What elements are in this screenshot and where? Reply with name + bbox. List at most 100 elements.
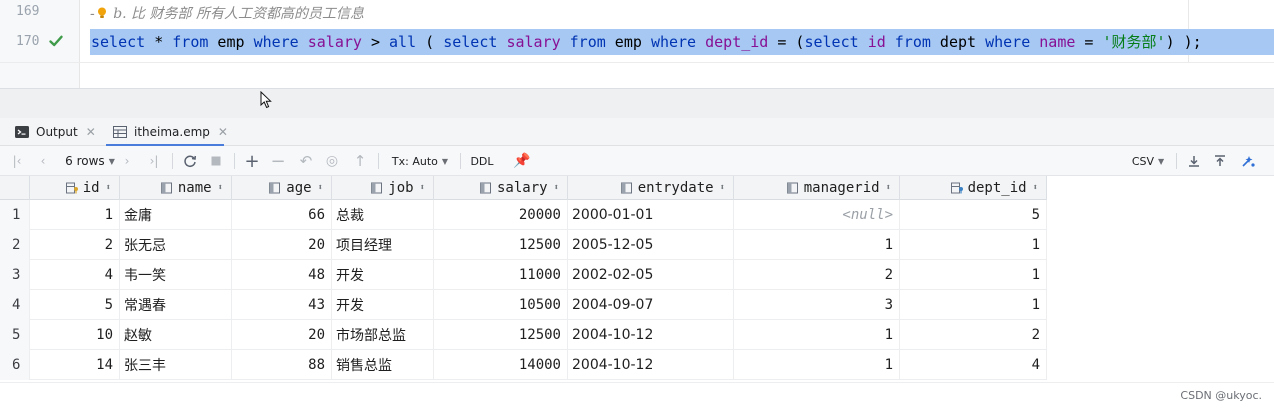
close-icon[interactable]: ✕	[218, 125, 228, 139]
row-number[interactable]: 2	[0, 230, 30, 260]
column-header-managerid[interactable]: managerid ⬍	[734, 176, 900, 200]
cell-managerid[interactable]: 3	[734, 290, 900, 320]
cell-age[interactable]: 20	[232, 320, 332, 350]
submit-icon[interactable]: ↑	[350, 146, 370, 176]
column-header-dept-id[interactable]: dept_id ⬍	[900, 176, 1047, 200]
cell-id[interactable]: 10	[30, 320, 120, 350]
cell-entrydate[interactable]: 2004-10-12	[568, 350, 734, 380]
sql-statement[interactable]: select * from emp where salary > all ( s…	[90, 29, 1274, 55]
tab-output[interactable]: Output ✕	[14, 118, 96, 146]
previous-page-icon[interactable]: ‹	[34, 146, 52, 176]
cell-age[interactable]: 66	[232, 200, 332, 230]
cell-entrydate[interactable]: 2002-02-05	[568, 260, 734, 290]
row-number[interactable]: 5	[0, 320, 30, 350]
cell-dept-id[interactable]: 2	[900, 320, 1047, 350]
ddl-button[interactable]: DDL	[468, 146, 496, 176]
table-row[interactable]: 3 4 韦一笑 48 开发 11000 2002-02-05 2 1	[0, 260, 1047, 290]
cell-entrydate[interactable]: 2000-01-01	[568, 200, 734, 230]
cell-dept-id[interactable]: 1	[900, 230, 1047, 260]
sort-icon[interactable]: ⬍	[218, 183, 223, 193]
first-page-icon[interactable]: |‹	[8, 146, 26, 176]
row-number[interactable]: 1	[0, 200, 30, 230]
lightbulb-icon[interactable]	[97, 7, 107, 19]
sort-icon[interactable]: ⬍	[886, 183, 891, 193]
close-icon[interactable]: ✕	[86, 125, 96, 139]
table-row[interactable]: 2 2 张无忌 20 项目经理 12500 2005-12-05 1 1	[0, 230, 1047, 260]
cell-dept-id[interactable]: 4	[900, 350, 1047, 380]
cell-dept-id[interactable]: 1	[900, 260, 1047, 290]
cell-managerid[interactable]: 2	[734, 260, 900, 290]
editor-line-170[interactable]: 170 select * from emp where salary > all…	[0, 26, 1274, 55]
revert-icon[interactable]: ↶	[296, 146, 316, 176]
stop-icon[interactable]	[206, 146, 226, 176]
add-row-icon[interactable]: +	[242, 146, 262, 176]
sort-icon[interactable]: ⬍	[318, 183, 323, 193]
cell-name[interactable]: 张无忌	[120, 230, 232, 260]
cell-name[interactable]: 韦一笑	[120, 260, 232, 290]
row-number[interactable]: 3	[0, 260, 30, 290]
cell-salary[interactable]: 12500	[434, 320, 568, 350]
cell-job[interactable]: 项目经理	[332, 230, 434, 260]
cell-managerid[interactable]: 1	[734, 350, 900, 380]
cell-salary[interactable]: 20000	[434, 200, 568, 230]
cell-id[interactable]: 14	[30, 350, 120, 380]
cell-name[interactable]: 金庸	[120, 200, 232, 230]
cell-entrydate[interactable]: 2004-10-12	[568, 320, 734, 350]
table-row[interactable]: 6 14 张三丰 88 销售总监 14000 2004-10-12 1 4	[0, 350, 1047, 380]
cell-salary[interactable]: 11000	[434, 260, 568, 290]
cell-managerid[interactable]: 1	[734, 230, 900, 260]
panel-splitter[interactable]	[0, 88, 1274, 118]
cell-job[interactable]: 市场部总监	[332, 320, 434, 350]
refresh-icon[interactable]	[180, 146, 200, 176]
cell-age[interactable]: 88	[232, 350, 332, 380]
cell-name[interactable]: 常遇春	[120, 290, 232, 320]
cell-dept-id[interactable]: 5	[900, 200, 1047, 230]
cell-managerid[interactable]: <null>	[734, 200, 900, 230]
cell-id[interactable]: 4	[30, 260, 120, 290]
layout-settings-icon[interactable]	[1238, 146, 1258, 176]
column-header-entrydate[interactable]: entrydate ⬍	[568, 176, 734, 200]
tab-itheima-emp[interactable]: itheima.emp ✕	[112, 118, 228, 146]
export-format-dropdown[interactable]: CSV ▼	[1126, 146, 1170, 176]
cell-entrydate[interactable]: 2004-09-07	[568, 290, 734, 320]
cell-job[interactable]: 开发	[332, 260, 434, 290]
rows-count-dropdown[interactable]: 6 rows ▼	[62, 146, 118, 176]
pin-icon[interactable]: 📌	[512, 146, 532, 176]
cell-id[interactable]: 2	[30, 230, 120, 260]
cell-name[interactable]: 张三丰	[120, 350, 232, 380]
sort-icon[interactable]: ⬍	[554, 183, 559, 193]
row-number[interactable]: 4	[0, 290, 30, 320]
row-number[interactable]: 6	[0, 350, 30, 380]
cell-salary[interactable]: 12500	[434, 230, 568, 260]
table-row[interactable]: 1 1 金庸 66 总裁 20000 2000-01-01 <null> 5	[0, 200, 1047, 230]
cell-managerid[interactable]: 1	[734, 320, 900, 350]
cell-salary[interactable]: 10500	[434, 290, 568, 320]
cell-id[interactable]: 5	[30, 290, 120, 320]
transaction-mode-dropdown[interactable]: Tx: Auto ▼	[388, 146, 452, 176]
column-header-age[interactable]: age ⬍	[232, 176, 332, 200]
delete-row-icon[interactable]: −	[268, 146, 288, 176]
last-page-icon[interactable]: ›|	[144, 146, 164, 176]
sort-icon[interactable]: ⬍	[1033, 183, 1038, 193]
sql-editor[interactable]: 169 - b. 比 财务部 所有人工资都高的员工信息 170 select *…	[0, 0, 1274, 88]
column-header-salary[interactable]: salary ⬍	[434, 176, 568, 200]
sort-icon[interactable]: ⬍	[420, 183, 425, 193]
cell-age[interactable]: 48	[232, 260, 332, 290]
cell-job[interactable]: 开发	[332, 290, 434, 320]
preview-icon[interactable]: ◎	[322, 146, 342, 176]
cell-age[interactable]: 20	[232, 230, 332, 260]
cell-dept-id[interactable]: 1	[900, 290, 1047, 320]
cell-entrydate[interactable]: 2005-12-05	[568, 230, 734, 260]
column-header-name[interactable]: name ⬍	[120, 176, 232, 200]
column-header-id[interactable]: id ⬍	[30, 176, 120, 200]
cell-salary[interactable]: 14000	[434, 350, 568, 380]
cell-id[interactable]: 1	[30, 200, 120, 230]
next-page-icon[interactable]: ›	[118, 146, 136, 176]
download-icon[interactable]	[1184, 146, 1204, 176]
sort-icon[interactable]: ⬍	[106, 183, 111, 193]
upload-icon[interactable]	[1210, 146, 1230, 176]
table-row[interactable]: 4 5 常遇春 43 开发 10500 2004-09-07 3 1	[0, 290, 1047, 320]
cell-age[interactable]: 43	[232, 290, 332, 320]
cell-name[interactable]: 赵敏	[120, 320, 232, 350]
editor-line-169[interactable]: 169 - b. 比 财务部 所有人工资都高的员工信息	[0, 0, 1274, 28]
